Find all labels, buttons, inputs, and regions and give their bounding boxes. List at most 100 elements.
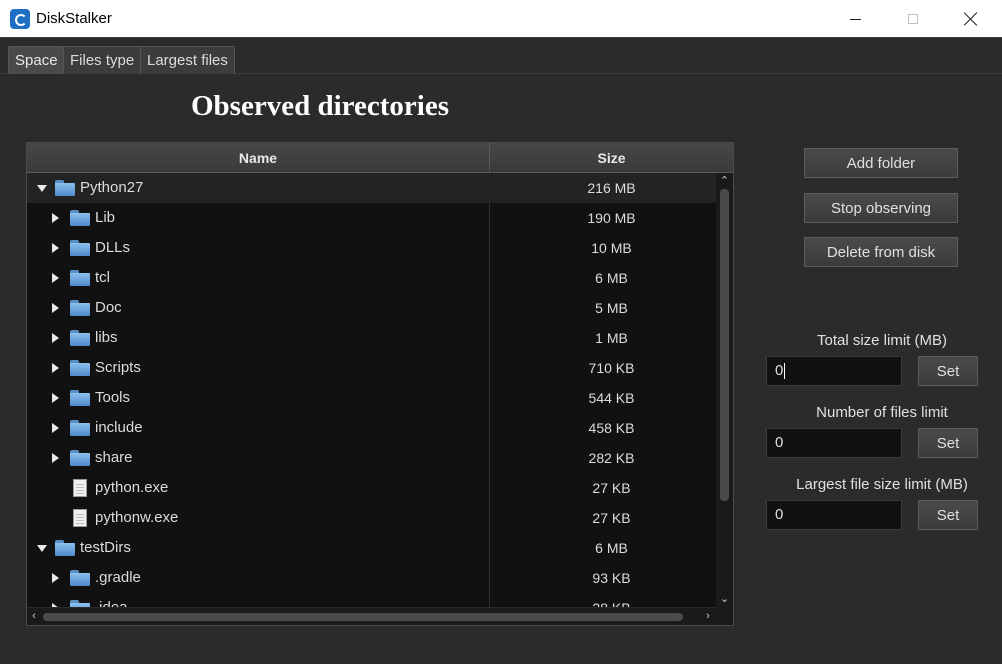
tree-row-name: Doc (95, 299, 122, 316)
set-largest-file-button[interactable]: Set (918, 500, 978, 530)
tree-row-name: include (95, 419, 143, 436)
tab-bar: Space Files type Largest files (0, 38, 1002, 74)
tree-row[interactable]: include 458 KB (27, 413, 716, 443)
folder-icon (70, 570, 90, 586)
folder-icon (70, 600, 90, 607)
file-icon (73, 509, 87, 527)
tree-row[interactable]: .idea 28 KB (27, 593, 716, 607)
maximize-icon (908, 14, 918, 24)
close-icon (964, 12, 978, 26)
tree-row-name: python.exe (95, 479, 169, 496)
scroll-right-icon[interactable]: › (701, 610, 715, 622)
tree-row-name: pythonw.exe (95, 509, 179, 526)
tree-row[interactable]: pythonw.exe 27 KB (27, 503, 716, 533)
tree-row[interactable]: testDirs 6 MB (27, 533, 716, 563)
expand-arrow-icon[interactable] (52, 423, 59, 433)
tree-row-size: 10 MB (591, 240, 632, 256)
horizontal-scroll-thumb[interactable] (43, 613, 683, 621)
files-count-limit-value: 0 (775, 434, 784, 451)
folder-icon (70, 210, 90, 226)
largest-file-limit-value: 0 (775, 506, 784, 523)
tree-row-name: libs (95, 329, 118, 346)
tree-row[interactable]: Doc 5 MB (27, 293, 716, 323)
folder-icon (70, 450, 90, 466)
folder-icon (70, 360, 90, 376)
tree-row-size: 710 KB (588, 360, 635, 376)
set-files-count-button[interactable]: Set (918, 428, 978, 458)
vertical-scroll-thumb[interactable] (720, 189, 729, 501)
expand-arrow-icon[interactable] (52, 573, 59, 583)
minimize-icon (849, 18, 861, 20)
expand-arrow-icon[interactable] (52, 243, 59, 253)
tree-row[interactable]: python.exe 27 KB (27, 473, 716, 503)
tree-row[interactable]: libs 1 MB (27, 323, 716, 353)
scroll-up-icon[interactable]: ⌃ (716, 175, 733, 187)
tree-row-name: testDirs (80, 539, 131, 556)
tree-row-size: 93 KB (592, 570, 631, 586)
expand-arrow-icon[interactable] (52, 393, 59, 403)
scroll-corner (716, 607, 733, 625)
tree-row-name: Tools (95, 389, 131, 406)
folder-icon (70, 420, 90, 436)
maximize-button[interactable] (884, 0, 942, 38)
tree-row[interactable]: DLLs 10 MB (27, 233, 716, 263)
expand-arrow-icon[interactable] (52, 363, 59, 373)
page-title: Observed directories (191, 90, 449, 122)
collapse-arrow-icon[interactable] (37, 185, 47, 192)
scroll-left-icon[interactable]: ‹ (27, 610, 41, 622)
directory-tree[interactable]: Name Size Python27 216 MB Lib 190 MB DLLs 10 … (26, 142, 734, 626)
tree-row-name: share (95, 449, 133, 466)
vertical-scrollbar[interactable]: ⌃ ⌄ (716, 173, 733, 607)
tree-row[interactable]: share 282 KB (27, 443, 716, 473)
tree-row-name: DLLs (95, 239, 131, 256)
horizontal-scrollbar[interactable]: ‹ › (27, 607, 716, 625)
tree-row[interactable]: .gradle 93 KB (27, 563, 716, 593)
folder-icon (55, 540, 75, 556)
window-title: DiskStalker (36, 10, 112, 27)
expand-arrow-icon[interactable] (52, 453, 59, 463)
tree-row-size: 27 KB (592, 480, 631, 496)
file-icon (73, 479, 87, 497)
total-size-limit-value: 0 (775, 362, 784, 379)
expand-arrow-icon[interactable] (52, 333, 59, 343)
expand-arrow-icon[interactable] (52, 303, 59, 313)
largest-file-limit-field[interactable]: 0 (766, 500, 902, 530)
tree-row-size: 282 KB (588, 450, 635, 466)
files-count-limit-field[interactable]: 0 (766, 428, 902, 458)
tree-row-size: 6 MB (595, 270, 628, 286)
title-bar: DiskStalker (0, 0, 1002, 38)
close-button[interactable] (942, 0, 1000, 38)
scroll-down-icon[interactable]: ⌄ (716, 593, 733, 605)
tree-row[interactable]: Scripts 710 KB (27, 353, 716, 383)
tab-largest-files[interactable]: Largest files (140, 46, 235, 74)
add-folder-button[interactable]: Add folder (804, 148, 958, 178)
tree-row-size: 216 MB (587, 180, 636, 196)
tab-files-type[interactable]: Files type (63, 46, 142, 74)
files-count-limit-label: Number of files limit (816, 404, 948, 421)
set-total-size-button[interactable]: Set (918, 356, 978, 386)
collapse-arrow-icon[interactable] (37, 545, 47, 552)
text-cursor (784, 363, 786, 380)
folder-icon (70, 300, 90, 316)
tree-row[interactable]: Lib 190 MB (27, 203, 716, 233)
total-size-limit-field[interactable]: 0 (766, 356, 902, 386)
stop-observing-button[interactable]: Stop observing (804, 193, 958, 223)
tree-row-size: 190 MB (587, 210, 636, 226)
tree-row-name: Python27 (80, 179, 144, 196)
app-logo-icon (10, 9, 30, 29)
column-header-name[interactable]: Name (27, 143, 490, 173)
tab-space[interactable]: Space (8, 46, 65, 74)
tree-row-name: Lib (95, 209, 116, 226)
tree-row[interactable]: Tools 544 KB (27, 383, 716, 413)
expand-arrow-icon[interactable] (52, 273, 59, 283)
expand-arrow-icon[interactable] (52, 213, 59, 223)
tree-row-size: 544 KB (588, 390, 635, 406)
tree-row[interactable]: Python27 216 MB (27, 173, 716, 203)
tree-row-name: tcl (95, 269, 110, 286)
tree-row[interactable]: tcl 6 MB (27, 263, 716, 293)
minimize-button[interactable] (826, 0, 884, 38)
delete-from-disk-button[interactable]: Delete from disk (804, 237, 958, 267)
column-header-size[interactable]: Size (490, 143, 733, 173)
tree-row-size: 458 KB (588, 420, 635, 436)
folder-icon (70, 390, 90, 406)
